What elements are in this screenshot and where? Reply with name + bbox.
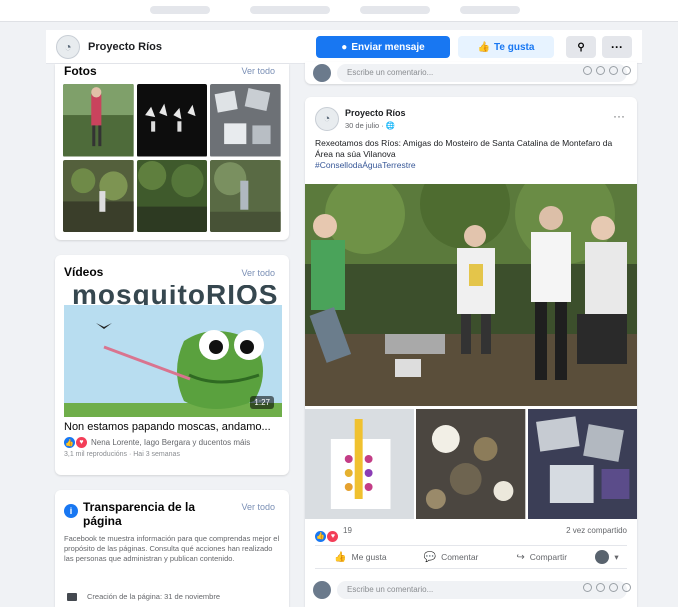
page-transparency-card: i Transparencia de la página Ver todo Fa…	[55, 490, 289, 607]
top-navigation-strip	[0, 0, 678, 22]
photo-thumbnail[interactable]	[210, 84, 281, 157]
videos-see-all-link[interactable]: Ver todo	[241, 268, 275, 278]
post-main-photo[interactable]	[305, 184, 637, 406]
post-photo-tile[interactable]	[527, 409, 637, 519]
post-author-avatar[interactable]: ◔	[315, 107, 339, 131]
frog-illustration	[64, 305, 282, 417]
photo-thumbnail[interactable]	[136, 159, 208, 232]
video-caption[interactable]: Non estamos papando moscas, andamo...	[64, 421, 282, 433]
transparency-see-all-link[interactable]: Ver todo	[241, 502, 275, 512]
comment-tools	[583, 66, 631, 75]
post-author-name[interactable]: Proyecto Ríos	[345, 108, 406, 118]
photo-thumbnail[interactable]	[210, 159, 281, 232]
emoji-icon[interactable]	[583, 583, 592, 592]
post-options-icon[interactable]: ···	[613, 109, 625, 123]
sticker-icon[interactable]	[622, 66, 631, 75]
videos-title: Vídeos	[64, 265, 104, 279]
camera-icon[interactable]	[596, 583, 605, 592]
page-creation-text: Creación de la página: 31 de noviembre	[87, 592, 221, 601]
post-timestamp[interactable]: 30 de julio · 🌐	[345, 121, 395, 130]
page-creation-row: Creación de la página: 31 de noviembre	[67, 592, 220, 601]
like-reaction-icon: 👍	[315, 530, 326, 542]
sticker-icon[interactable]	[622, 583, 631, 592]
messenger-icon: ●	[341, 41, 348, 53]
flag-icon	[67, 592, 77, 601]
like-button-label: Me gusta	[351, 552, 387, 562]
share-button-label: Compartir	[529, 552, 568, 562]
camera-icon[interactable]	[596, 66, 605, 75]
page-header-bar: ◔ Proyecto Ríos ● Enviar mensaje 👍 Te gu…	[46, 30, 642, 64]
photos-card: Fotos Ver todo	[55, 64, 289, 240]
user-avatar	[313, 581, 331, 599]
page-name[interactable]: Proyecto Ríos	[88, 41, 162, 53]
share-icon: ↪	[516, 551, 525, 563]
thumbs-up-icon: 👍	[334, 551, 347, 563]
post-secondary-photos	[305, 409, 637, 519]
gif-icon[interactable]	[609, 583, 618, 592]
gif-icon[interactable]	[609, 66, 618, 75]
photo-thumbnail[interactable]	[63, 84, 134, 157]
previous-post-comment-box: Escribe un comentario...	[305, 62, 637, 84]
more-icon: ···	[611, 40, 623, 54]
page-avatar[interactable]: ◔	[56, 34, 80, 59]
post-stats: 👍 ♥ 19 2 vez compartido	[315, 525, 627, 542]
post-as-selector[interactable]: ▾	[587, 550, 627, 564]
comment-button[interactable]: 💬 Comentar	[406, 552, 497, 563]
like-button[interactable]: 👍 Me gusta	[315, 552, 406, 563]
post-actions-bar: 👍 Me gusta 💬 Comentar ↪ Compartir ▾	[315, 545, 627, 569]
post-photo-tile[interactable]	[416, 409, 526, 519]
comment-button-label: Comentar	[441, 552, 479, 562]
transparency-description: Facebook te muestra información para que…	[64, 534, 280, 563]
thumbs-up-icon: 👍	[477, 41, 491, 53]
reaction-count[interactable]: 19	[343, 526, 352, 535]
user-avatar	[313, 64, 331, 82]
like-reaction-icon: 👍	[64, 437, 75, 448]
post-hashtag[interactable]: #ConsellodaÁguaTerrestre	[315, 160, 416, 170]
nav-placeholder	[360, 6, 430, 14]
emoji-icon[interactable]	[583, 66, 592, 75]
search-button[interactable]: ⚲	[566, 36, 596, 58]
post-comment-box: Escribe un comentario...	[305, 579, 637, 601]
photo-grid	[63, 84, 281, 232]
send-message-button[interactable]: ● Enviar mensaje	[316, 36, 450, 58]
post-photo-tile[interactable]	[305, 409, 415, 519]
comment-icon: 💬	[423, 551, 437, 563]
videos-card: Vídeos Ver todo mosquitoRÍOS 1:27 Non es…	[55, 255, 289, 475]
post-card: ◔ Proyecto Ríos 30 de julio · 🌐 ··· Rexe…	[305, 97, 637, 607]
chevron-down-icon: ▾	[614, 551, 619, 562]
search-icon: ⚲	[577, 41, 585, 53]
video-reactions-text: Nena Lorente, Iago Bergara y ducentos má…	[91, 438, 251, 447]
send-message-label: Enviar mensaje	[351, 41, 425, 53]
like-page-button[interactable]: 👍 Te gusta	[458, 36, 554, 58]
photos-title: Fotos	[64, 64, 97, 78]
post-text: Rexeotamos dos Ríos: Amigas do Mosteiro …	[315, 138, 615, 171]
photos-see-all-link[interactable]: Ver todo	[241, 66, 275, 76]
nav-placeholder	[150, 6, 210, 14]
nav-placeholder	[250, 6, 330, 14]
transparency-title: Transparencia de la página	[83, 500, 196, 528]
post-as-avatar	[595, 550, 610, 564]
like-page-label: Te gusta	[494, 41, 535, 53]
photo-thumbnail[interactable]	[63, 159, 134, 232]
photo-thumbnail[interactable]	[136, 84, 208, 157]
comment-tools	[583, 583, 631, 592]
info-icon: i	[64, 504, 78, 518]
video-duration: 1:27	[250, 396, 274, 409]
nav-placeholder	[460, 6, 520, 14]
share-count[interactable]: 2 vez compartido	[566, 526, 627, 535]
post-body: Rexeotamos dos Ríos: Amigas do Mosteiro …	[315, 138, 613, 159]
video-reactions[interactable]: 👍 ♥ Nena Lorente, Iago Bergara y ducento…	[64, 437, 250, 448]
love-reaction-icon: ♥	[76, 437, 87, 448]
video-meta: 3,1 mil reproducións · Hai 3 semanas	[64, 451, 180, 458]
love-reaction-icon: ♥	[327, 531, 339, 542]
video-thumbnail[interactable]: mosquitoRÍOS 1:27	[64, 285, 282, 417]
more-button[interactable]: ···	[602, 36, 632, 58]
share-button[interactable]: ↪ Compartir	[496, 552, 587, 563]
